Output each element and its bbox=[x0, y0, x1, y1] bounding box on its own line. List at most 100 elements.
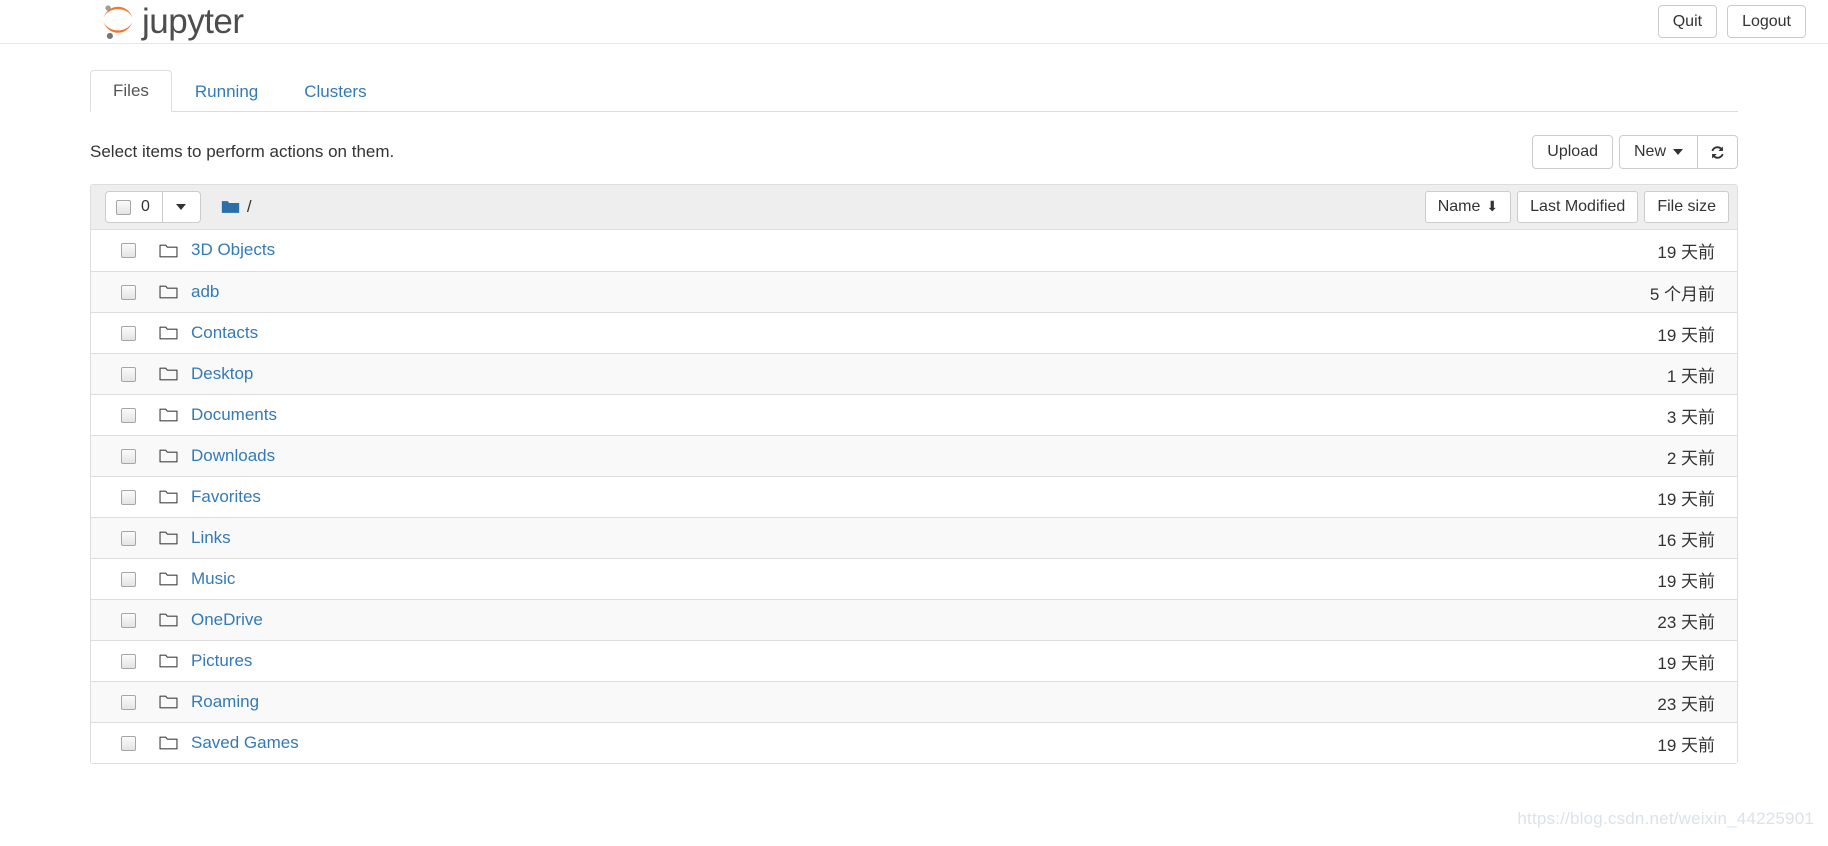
table-row[interactable]: Saved Games 19 天前 bbox=[91, 722, 1737, 763]
header-buttons: Quit Logout bbox=[1657, 4, 1806, 39]
row-icon-cell bbox=[159, 653, 191, 669]
table-row[interactable]: Contacts 19 天前 bbox=[91, 312, 1737, 353]
file-modified: 16 天前 bbox=[1657, 530, 1715, 550]
table-row[interactable]: Pictures 19 天前 bbox=[91, 640, 1737, 681]
refresh-button[interactable] bbox=[1697, 135, 1738, 169]
row-icon-cell bbox=[159, 448, 191, 464]
tab-files[interactable]: Files bbox=[90, 69, 172, 112]
table-row[interactable]: Links 16 天前 bbox=[91, 517, 1737, 558]
table-row[interactable]: OneDrive 23 天前 bbox=[91, 599, 1737, 640]
logout-button[interactable]: Logout bbox=[1727, 4, 1806, 39]
file-modified: 19 天前 bbox=[1657, 653, 1715, 673]
row-icon-cell bbox=[159, 612, 191, 628]
file-name-link[interactable]: Favorites bbox=[191, 487, 261, 507]
file-modified: 19 天前 bbox=[1657, 489, 1715, 509]
row-checkbox[interactable] bbox=[121, 612, 136, 628]
row-checkbox[interactable] bbox=[121, 694, 136, 710]
row-checkbox-cell bbox=[121, 243, 159, 258]
row-checkbox-cell bbox=[121, 612, 159, 628]
folder-icon bbox=[159, 695, 178, 709]
row-icon-cell bbox=[159, 325, 191, 341]
table-row[interactable]: 3D Objects 19 天前 bbox=[91, 230, 1737, 271]
file-name-link[interactable]: Roaming bbox=[191, 692, 259, 712]
file-name-link[interactable]: Contacts bbox=[191, 323, 258, 343]
file-name-link[interactable]: Downloads bbox=[191, 446, 275, 466]
file-list: 3D Objects 19 天前 adb 5 个月前 Contacts 19 天前 Desk… bbox=[91, 230, 1737, 763]
select-all-box[interactable]: 0 bbox=[105, 191, 163, 223]
main-tabs: Files Running Clusters bbox=[90, 69, 1738, 112]
table-row[interactable]: Roaming 23 天前 bbox=[91, 681, 1737, 722]
row-checkbox[interactable] bbox=[121, 530, 136, 546]
file-name-link[interactable]: 3D Objects bbox=[191, 240, 275, 260]
watermark: https://blog.csdn.net/weixin_44225901 bbox=[1517, 809, 1814, 828]
upload-button[interactable]: Upload bbox=[1532, 135, 1613, 169]
row-checkbox[interactable] bbox=[121, 407, 136, 423]
row-checkbox-cell bbox=[121, 530, 159, 546]
row-icon-cell bbox=[159, 694, 191, 710]
file-name-link[interactable]: Links bbox=[191, 528, 231, 548]
file-name-link[interactable]: Saved Games bbox=[191, 733, 299, 753]
row-checkbox[interactable] bbox=[121, 653, 136, 669]
tab-running[interactable]: Running bbox=[172, 71, 281, 112]
select-all-group: 0 bbox=[105, 191, 201, 223]
file-modified: 23 天前 bbox=[1657, 612, 1715, 632]
sort-by-name-button[interactable]: Name ⬇ bbox=[1424, 191, 1512, 223]
tab-clusters[interactable]: Clusters bbox=[281, 71, 389, 112]
table-row[interactable]: Favorites 19 天前 bbox=[91, 476, 1737, 517]
file-name-link[interactable]: Documents bbox=[191, 405, 277, 425]
row-icon-cell bbox=[159, 284, 191, 300]
new-dropdown-button[interactable]: New bbox=[1618, 135, 1698, 169]
folder-icon bbox=[159, 367, 178, 381]
file-modified: 19 天前 bbox=[1657, 571, 1715, 591]
folder-icon bbox=[159, 654, 178, 668]
folder-icon bbox=[159, 326, 178, 340]
file-list-container: 0 / Name ⬇ Last Modified File size 3D Ob… bbox=[90, 184, 1738, 764]
folder-icon bbox=[159, 244, 178, 257]
chevron-down-icon bbox=[1673, 148, 1683, 155]
folder-filled-icon bbox=[221, 201, 240, 213]
file-name-link[interactable]: Music bbox=[191, 569, 235, 589]
table-row[interactable]: Desktop 1 天前 bbox=[91, 353, 1737, 394]
file-name-link[interactable]: adb bbox=[191, 282, 219, 302]
table-row[interactable]: adb 5 个月前 bbox=[91, 271, 1737, 312]
breadcrumb-path[interactable]: / bbox=[247, 197, 252, 217]
file-name-link[interactable]: Pictures bbox=[191, 651, 252, 671]
toolbar-left: 0 / bbox=[105, 191, 252, 223]
page-body: Files Running Clusters Select items to p… bbox=[0, 69, 1828, 764]
row-checkbox-cell bbox=[121, 407, 159, 423]
sort-name-label: Name bbox=[1437, 198, 1481, 216]
jupyter-logo-icon bbox=[103, 4, 133, 39]
sort-by-size-button[interactable]: File size bbox=[1644, 191, 1729, 223]
jupyter-logo[interactable]: jupyter bbox=[100, 3, 244, 41]
select-all-dropdown-button[interactable] bbox=[162, 191, 201, 223]
row-checkbox[interactable] bbox=[121, 243, 136, 258]
quit-button[interactable]: Quit bbox=[1657, 4, 1718, 39]
refresh-icon bbox=[1711, 145, 1724, 159]
row-checkbox[interactable] bbox=[121, 325, 136, 341]
action-row: Select items to perform actions on them.… bbox=[90, 134, 1738, 170]
select-items-note: Select items to perform actions on them. bbox=[90, 142, 395, 161]
table-row[interactable]: Music 19 天前 bbox=[91, 558, 1737, 599]
file-modified: 19 天前 bbox=[1657, 735, 1715, 755]
folder-icon bbox=[159, 285, 178, 299]
sort-descending-icon: ⬇ bbox=[1486, 198, 1499, 215]
file-name-link[interactable]: Desktop bbox=[191, 364, 253, 384]
row-checkbox[interactable] bbox=[121, 448, 136, 464]
file-name-link[interactable]: OneDrive bbox=[191, 610, 263, 630]
table-row[interactable]: Documents 3 天前 bbox=[91, 394, 1737, 435]
table-row[interactable]: Downloads 2 天前 bbox=[91, 435, 1737, 476]
row-checkbox[interactable] bbox=[121, 284, 136, 300]
row-checkbox[interactable] bbox=[121, 571, 136, 587]
row-checkbox[interactable] bbox=[121, 489, 136, 505]
row-checkbox[interactable] bbox=[121, 735, 136, 751]
row-checkbox[interactable] bbox=[121, 366, 136, 382]
row-icon-cell bbox=[159, 530, 191, 546]
row-checkbox-cell bbox=[121, 366, 159, 382]
new-button-label: New bbox=[1633, 143, 1666, 161]
file-modified: 19 天前 bbox=[1657, 243, 1715, 262]
row-icon-cell bbox=[159, 489, 191, 505]
folder-icon bbox=[159, 572, 178, 586]
selected-count: 0 bbox=[141, 198, 150, 215]
sort-by-modified-button[interactable]: Last Modified bbox=[1517, 191, 1639, 223]
select-all-checkbox[interactable] bbox=[116, 199, 131, 215]
